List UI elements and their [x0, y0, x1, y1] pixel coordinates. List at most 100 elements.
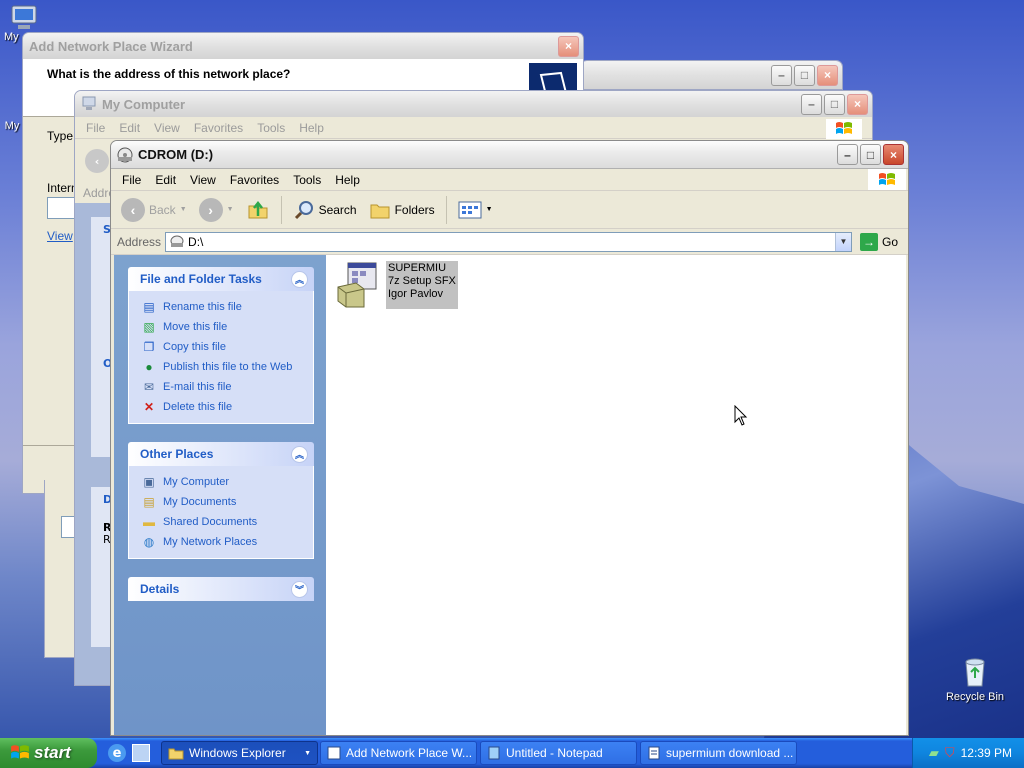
computer-icon — [82, 96, 96, 110]
installer-package-icon — [337, 262, 377, 308]
file-list-area[interactable]: SUPERMIU 7z Setup SFX Igor Pavlov — [326, 255, 906, 735]
network-tray-icon[interactable]: ▰ — [929, 745, 939, 761]
address-bar: Address D:\ ▼ → Go — [111, 229, 908, 255]
taskbar-button-wordpad[interactable]: supermium download ... — [640, 741, 797, 765]
back-button[interactable]: ‹ — [85, 149, 109, 173]
details-panel: Details ︾ — [128, 577, 314, 601]
mouse-cursor-icon — [734, 405, 748, 426]
address-value: D:\ — [188, 234, 204, 249]
menu-tools[interactable]: Tools — [286, 173, 328, 187]
start-button[interactable]: start — [0, 738, 97, 768]
back-button[interactable]: ‹ Back ▼ — [117, 196, 191, 224]
forward-dropdown-icon: ▼ — [226, 206, 234, 213]
address-input[interactable]: D:\ ▼ — [165, 231, 852, 252]
folder-icon: ▬ — [143, 515, 155, 529]
other-places-panel: Other Places ︽ ▣ My Computer ▤ My Document… — [128, 442, 314, 559]
group-dropdown-icon: ▼ — [304, 749, 311, 757]
task-delete-file[interactable]: ✕ Delete this file — [141, 397, 313, 417]
folders-button[interactable]: Folders — [365, 197, 439, 223]
task-move-file[interactable]: ▧ Move this file — [141, 317, 313, 337]
file-folder-tasks-panel: File and Folder Tasks ︽ ▤ Rename this fil… — [128, 267, 314, 424]
menu-view[interactable]: View — [183, 173, 223, 187]
file-item[interactable]: SUPERMIU 7z Setup SFX Igor Pavlov — [334, 261, 458, 309]
place-my-computer[interactable]: ▣ My Computer — [141, 472, 313, 492]
place-my-network-places[interactable]: ◍ My Network Places — [141, 532, 313, 552]
globe-icon: ● — [145, 360, 153, 374]
close-button[interactable]: × — [817, 64, 838, 86]
close-button[interactable]: × — [558, 35, 579, 57]
go-button[interactable]: → Go — [856, 231, 908, 253]
maximize-button[interactable]: □ — [824, 93, 845, 115]
documents-icon: ▤ — [143, 495, 155, 509]
expand-icon[interactable]: ︾ — [291, 580, 308, 598]
panel-header[interactable]: File and Folder Tasks ︽ — [128, 267, 314, 291]
place-shared-documents[interactable]: ▬ Shared Documents — [141, 512, 313, 532]
recycle-bin-icon — [965, 658, 985, 687]
security-shield-icon[interactable]: ⛉ — [945, 745, 955, 761]
menu-edit[interactable]: Edit — [112, 121, 147, 135]
close-button[interactable]: × — [883, 144, 904, 165]
place-my-documents[interactable]: ▤ My Documents — [141, 492, 313, 512]
collapse-icon[interactable]: ︽ — [291, 270, 308, 288]
cdrom-window[interactable]: CDROM (D:) – □ × File Edit View Favorite… — [110, 140, 909, 736]
menu-view[interactable]: View — [147, 121, 187, 135]
taskbar-button-notepad[interactable]: Untitled - Notepad — [480, 741, 637, 765]
taskbar-button-add-network-place[interactable]: Add Network Place W... — [320, 741, 477, 765]
system-tray: ▰ ⛉ 12:39 PM — [912, 738, 1024, 768]
maximize-button[interactable]: □ — [860, 144, 881, 165]
search-button[interactable]: Search — [289, 197, 361, 223]
copy-icon: ❐ — [143, 340, 155, 354]
panel-header[interactable]: Details ︾ — [128, 577, 314, 601]
taskbar: start e Windows Explorer ▼ Add Network P… — [0, 738, 1024, 768]
file-author: Igor Pavlov — [388, 288, 444, 300]
menu-favorites[interactable]: Favorites — [187, 121, 250, 135]
views-button[interactable]: ▼ — [454, 198, 497, 222]
up-folder-button[interactable] — [242, 196, 274, 224]
search-icon — [294, 200, 313, 219]
collapse-icon[interactable]: ︽ — [291, 445, 308, 463]
close-button[interactable]: × — [847, 93, 868, 115]
task-pane-strip: S O D R R — [75, 203, 112, 685]
address-label: Address — [117, 234, 162, 249]
menu-bar: File Edit View Favorites Tools Help — [75, 117, 872, 139]
windows-flag-icon — [836, 122, 852, 134]
forward-button[interactable]: › ▼ — [195, 196, 238, 224]
panel-header[interactable]: Other Places ︽ — [128, 442, 314, 466]
recycle-bin-desktop-icon[interactable]: Recycle Bin — [940, 656, 1010, 703]
minimize-button[interactable]: – — [801, 93, 822, 115]
go-label: Go — [881, 234, 898, 249]
menu-edit[interactable]: Edit — [148, 173, 183, 187]
wizard-view-link[interactable]: View — [47, 229, 73, 243]
menu-help[interactable]: Help — [292, 121, 331, 135]
quick-launch-desktop[interactable] — [132, 744, 150, 762]
folder-icon — [168, 748, 184, 760]
menu-favorites[interactable]: Favorites — [223, 173, 286, 187]
start-label: start — [34, 743, 71, 762]
windows-flag-icon — [11, 745, 29, 759]
clock[interactable]: 12:39 PM — [961, 746, 1012, 760]
menu-file[interactable]: File — [79, 121, 112, 135]
minimize-button[interactable]: – — [771, 64, 792, 86]
menu-tools[interactable]: Tools — [250, 121, 292, 135]
task-email-file[interactable]: ✉ E-mail this file — [141, 377, 313, 397]
panel-title: Details — [140, 582, 180, 596]
menu-file[interactable]: File — [115, 173, 148, 187]
maximize-button[interactable]: □ — [794, 64, 815, 86]
menu-help[interactable]: Help — [328, 173, 367, 187]
title-bar[interactable]: CDROM (D:) – □ × — [111, 141, 908, 169]
minimize-button[interactable]: – — [837, 144, 858, 165]
task-copy-file[interactable]: ❐ Copy this file — [141, 337, 313, 357]
file-label: SUPERMIU 7z Setup SFX Igor Pavlov — [386, 261, 458, 309]
taskbar-button-windows-explorer[interactable]: Windows Explorer ▼ — [161, 741, 318, 765]
address-dropdown-button[interactable]: ▼ — [834, 232, 851, 251]
views-dropdown-icon: ▼ — [485, 206, 493, 213]
task-publish-file[interactable]: ● Publish this file to the Web — [141, 357, 313, 377]
quick-launch-ie[interactable]: e — [108, 744, 126, 762]
my-documents-desktop-icon[interactable]: My — [2, 120, 22, 132]
internet-explorer-icon: e — [112, 745, 122, 761]
task-rename-file[interactable]: ▤ Rename this file — [141, 297, 313, 317]
cd-drive-icon — [170, 235, 184, 247]
standard-toolbar: ‹ Back ▼ › ▼ Search Folders ▼ — [111, 191, 908, 229]
computer-icon — [11, 5, 37, 29]
background-window[interactable]: – □ × — [580, 60, 843, 90]
